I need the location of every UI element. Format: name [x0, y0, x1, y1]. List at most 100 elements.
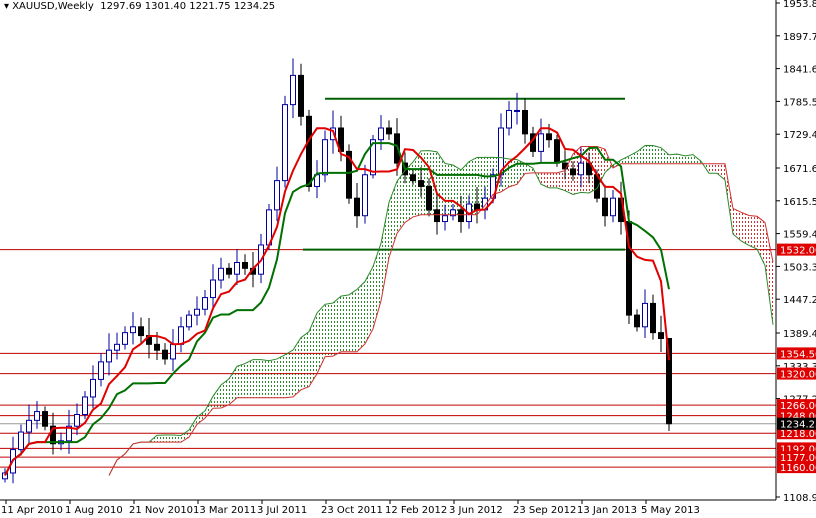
- price-tick-label: 1559.40: [783, 230, 816, 241]
- cloud-segment: [317, 304, 325, 374]
- cloud-segment: [549, 172, 557, 188]
- candle-body: [178, 326, 184, 345]
- cloud-segment: [221, 378, 229, 408]
- candle-body: [154, 343, 160, 351]
- price-tick-label: 1615.50: [783, 197, 816, 208]
- candle-body: [194, 308, 200, 316]
- date-label: 12 Feb 2012: [385, 505, 447, 516]
- cloud-segment: [277, 354, 285, 398]
- candle-body: [218, 267, 224, 281]
- candle-body: [426, 185, 432, 211]
- candle-body: [162, 349, 168, 360]
- candle-body: [26, 419, 32, 433]
- cloud-segment: [669, 153, 677, 164]
- candle-body: [202, 297, 208, 310]
- cloud-segment: [741, 212, 749, 246]
- cloud-segment: [181, 429, 189, 443]
- candle-body: [658, 332, 664, 339]
- candle-body: [122, 332, 128, 345]
- axes: 1953.80 1897.70 1841.60 1785.50 1729.40 1671.…: [0, 0, 816, 516]
- candle-body: [130, 326, 136, 334]
- cloud-segment: [525, 163, 533, 174]
- ohlc-readout: 1297.69 1301.40 1221.75 1234.25: [100, 1, 276, 12]
- candle-body: [34, 411, 40, 421]
- date-label: 5 May 2013: [641, 505, 700, 516]
- candles: [2, 58, 672, 484]
- candle-body: [210, 279, 216, 299]
- cloud-segment: [197, 410, 205, 425]
- cloud-segment: [157, 434, 165, 443]
- cloud-segment: [733, 208, 741, 241]
- candle-body: [290, 74, 296, 106]
- candle-body: [410, 174, 416, 182]
- cloud-segment: [357, 281, 365, 352]
- cloud-segment: [261, 359, 269, 398]
- level-label: 1320.00: [780, 370, 816, 381]
- price-tick-label: 1841.60: [783, 65, 816, 76]
- cloud-segment: [709, 163, 717, 174]
- candle-body: [98, 361, 104, 380]
- cloud-segment: [165, 434, 173, 443]
- candle-body: [282, 104, 288, 182]
- cloud-segment: [325, 303, 333, 357]
- cloud-segment: [453, 164, 461, 215]
- price-tick-label: 1389.40: [783, 329, 816, 340]
- level-label: 1160.00: [780, 463, 816, 474]
- cloud-segment: [653, 145, 661, 164]
- candle-body: [538, 133, 544, 152]
- candle-body: [354, 197, 360, 217]
- candle-body: [634, 314, 640, 328]
- candle-body: [442, 215, 448, 223]
- cloud-segment: [173, 434, 181, 443]
- date-label: 23 Oct 2011: [321, 505, 383, 516]
- candle-body: [186, 314, 192, 328]
- price-tick-label: 1729.40: [783, 130, 816, 141]
- candle-body: [570, 168, 576, 176]
- candle-body: [170, 343, 176, 360]
- chart-window: ▾ XAUUSD,Weekly 1297.69 1301.40 1221.75 …: [0, 0, 816, 518]
- level-label: 1218.00: [780, 429, 816, 440]
- cloud-segment: [557, 170, 565, 191]
- cloud-segment: [645, 145, 653, 164]
- price-tick-label: 1953.80: [783, 0, 816, 10]
- cloud-segment: [749, 215, 757, 250]
- candle-body: [650, 302, 656, 334]
- candle-body: [642, 302, 648, 328]
- candle-body: [90, 378, 96, 398]
- cloud-segment: [341, 294, 349, 352]
- candle-body: [522, 109, 528, 135]
- cloud-segment: [365, 266, 373, 344]
- date-label: 13 Mar 2011: [193, 505, 256, 516]
- date-label: 21 Nov 2010: [129, 505, 193, 516]
- price-chart[interactable]: 1953.80 1897.70 1841.60 1785.50 1729.40 1671.…: [0, 0, 816, 518]
- candle-body: [82, 396, 88, 416]
- candle-body: [306, 115, 312, 187]
- price-tick-label: 1671.60: [783, 164, 816, 175]
- candle-body: [434, 209, 440, 223]
- cloud-segment: [293, 337, 301, 397]
- price-tick-label: 1897.70: [783, 32, 816, 43]
- candle-body: [242, 261, 248, 269]
- level-label: 1532.00: [780, 246, 816, 257]
- price-tick-label: 1503.30: [783, 262, 816, 273]
- cloud-segment: [301, 331, 309, 390]
- symbol-label: XAUUSD,Weekly: [12, 1, 94, 12]
- ichimoku-cloud: [109, 145, 773, 476]
- candle-body: [458, 209, 464, 223]
- candle-body: [610, 197, 616, 217]
- candle-body: [546, 133, 552, 141]
- candle-body: [554, 139, 560, 164]
- cloud-segment: [205, 396, 213, 419]
- price-tick-label: 1785.50: [783, 97, 816, 108]
- candle-body: [418, 180, 424, 187]
- chart-header: ▾ XAUUSD,Weekly 1297.69 1301.40 1221.75 …: [4, 1, 276, 12]
- cloud-segment: [269, 358, 277, 398]
- date-label: 13 Jan 2013: [577, 505, 637, 516]
- candle-body: [18, 431, 24, 451]
- candle-body: [378, 127, 384, 141]
- candle-body: [322, 139, 328, 176]
- candle-body: [114, 343, 120, 351]
- cloud-segment: [245, 359, 253, 398]
- candle-body: [506, 109, 512, 129]
- candle-body: [138, 326, 144, 337]
